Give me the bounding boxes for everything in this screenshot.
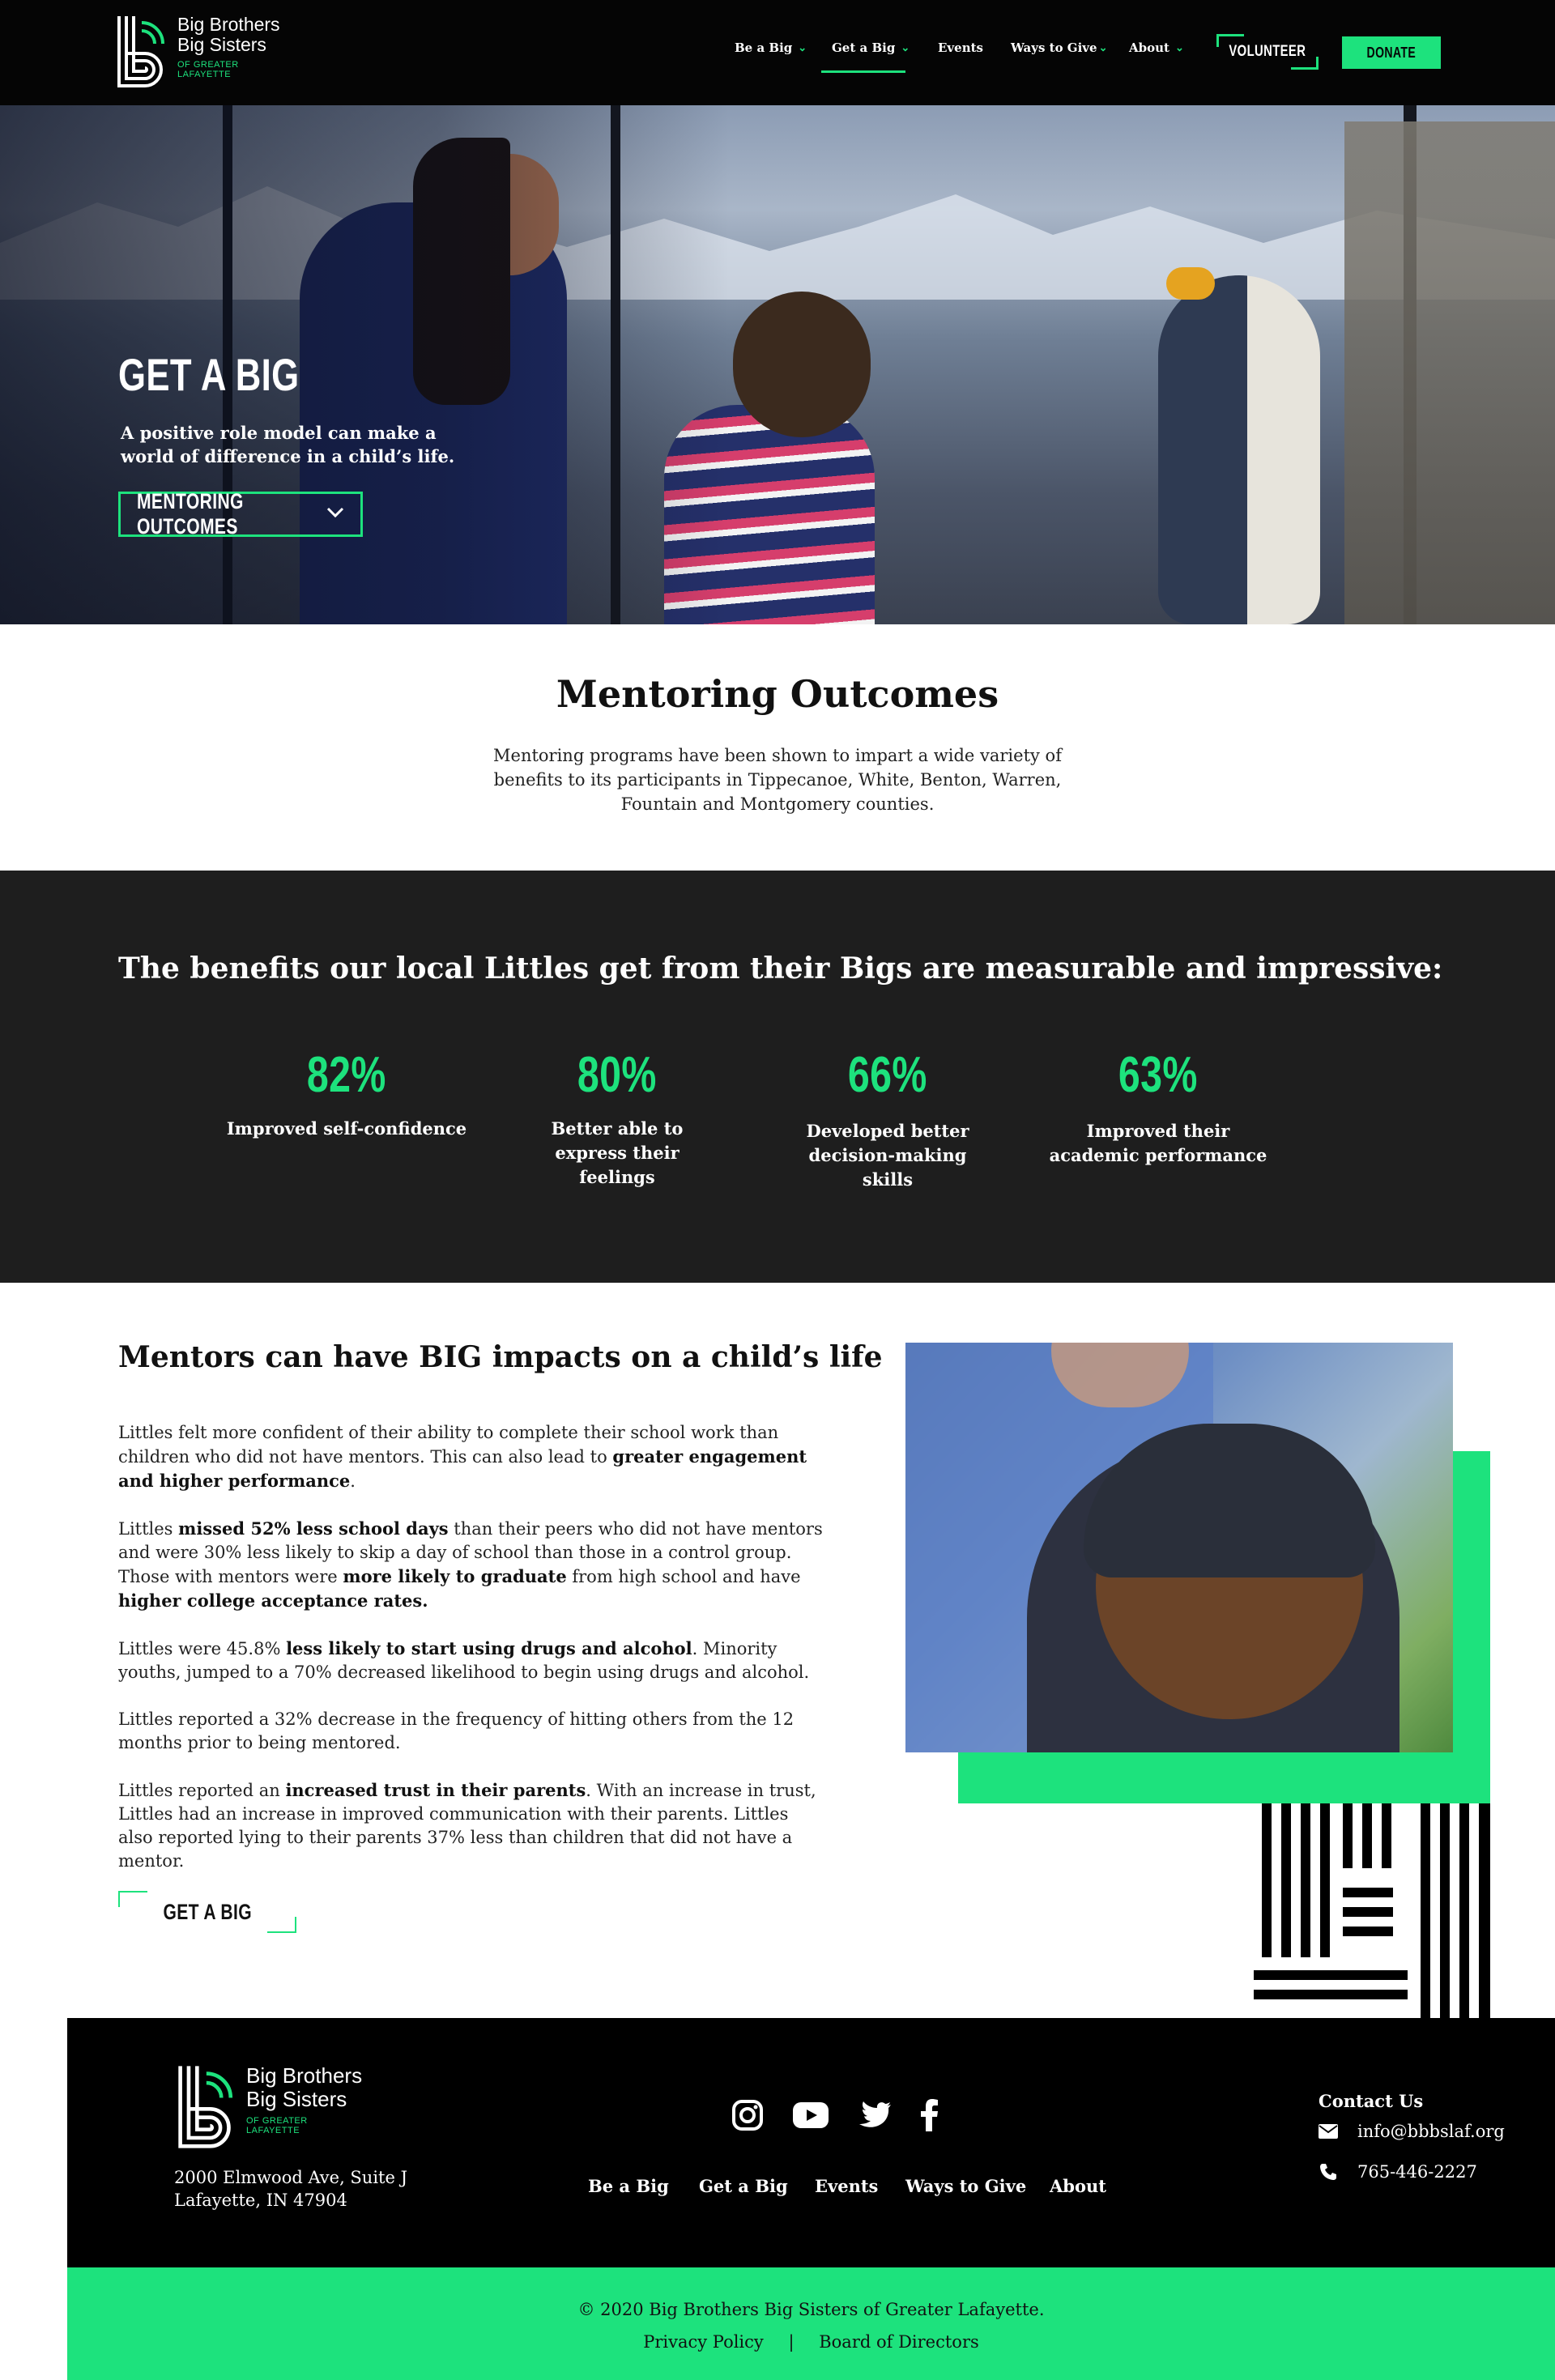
stat-label: Developed better decision-making skills xyxy=(806,1121,969,1190)
contact-title: Contact Us xyxy=(1319,2091,1424,2111)
hero-banner: GET A BIG A positive role model can make… xyxy=(0,105,1555,624)
footer-nav-ways-to-give[interactable]: Ways to Give xyxy=(905,2176,1026,2196)
main-nav: Be a Big ⌄ Get a Big ⌄ Events Ways to Give… xyxy=(0,40,1555,66)
board-of-directors-link[interactable]: Board of Directors xyxy=(819,2332,979,2352)
stat-value: 80% xyxy=(577,1047,657,1103)
footer-nav-events[interactable]: Events xyxy=(815,2176,878,2196)
contact-phone[interactable]: 765-446-2227 xyxy=(1319,2162,1477,2182)
copyright-text: © 2020 Big Brothers Big Sisters of Great… xyxy=(577,2300,1045,2319)
site-footer: Big Brothers Big Sisters OF GREATER LAFA… xyxy=(67,2018,1555,2267)
impact-paragraph: Littles missed 52% less school days than… xyxy=(118,1518,823,1611)
impact-body: Littles felt more confident of their abi… xyxy=(118,1421,823,1897)
link-separator: | xyxy=(788,2332,795,2352)
stat-item: 66% Developed better decision-making ski… xyxy=(766,1045,1009,1192)
stat-item: 63% Improved their academic performance xyxy=(1037,1045,1280,1168)
phone-icon xyxy=(1319,2163,1338,2181)
stat-item: 82% Improved self-confidence xyxy=(225,1045,468,1141)
impact-title: Mentors can have BIG impacts on a child’… xyxy=(118,1340,883,1374)
section-title: Mentoring Outcomes xyxy=(556,672,999,716)
stats-section: The benefits our local Littles get from … xyxy=(0,871,1555,1283)
impact-paragraph: Littles were 45.8% less likely to start … xyxy=(118,1638,810,1682)
logo-line1: Big Brothers xyxy=(177,14,280,35)
impact-paragraph: Littles reported a 32% decrease in the f… xyxy=(118,1709,795,1752)
mentoring-outcomes-button[interactable]: MENTORING OUTCOMES xyxy=(118,489,363,539)
stats-title: The benefits our local Littles get from … xyxy=(118,952,1443,986)
stat-label: Improved their academic performance xyxy=(1049,1121,1267,1165)
footer-nav-about[interactable]: About xyxy=(1050,2176,1106,2196)
footer-address: 2000 Elmwood Ave, Suite J Lafayette, IN … xyxy=(174,2168,408,2210)
nav-events[interactable]: Events xyxy=(938,40,983,55)
youtube-icon[interactable] xyxy=(793,2102,829,2128)
section-intro-text: Mentoring programs have been shown to im… xyxy=(493,746,1062,814)
get-a-big-button[interactable]: GET A BIG xyxy=(118,1891,296,1933)
chevron-down-icon xyxy=(326,503,344,523)
social-links xyxy=(731,2099,939,2131)
footer-nav-get-a-big[interactable]: Get a Big xyxy=(699,2176,788,2196)
stripe-pattern-decoration xyxy=(1254,1803,1490,2018)
hero-title: GET A BIG xyxy=(118,349,300,400)
nav-be-a-big[interactable]: Be a Big ⌄ xyxy=(735,40,807,55)
stat-label: Improved self-confidence xyxy=(226,1118,467,1139)
volunteer-button[interactable]: VOLUNTEER xyxy=(1216,34,1319,70)
boy-with-helmet-photo xyxy=(905,1343,1453,1752)
logo-line4: LAFAYETTE xyxy=(177,70,232,79)
bbbs-logo-icon xyxy=(178,2066,233,2148)
stat-value: 66% xyxy=(848,1047,927,1103)
facebook-icon[interactable] xyxy=(921,2099,939,2131)
stat-item: 80% Better able to express their feeling… xyxy=(496,1045,739,1190)
chevron-down-icon: ⌄ xyxy=(1098,41,1108,54)
stat-value: 63% xyxy=(1118,1047,1198,1103)
envelope-icon xyxy=(1319,2124,1338,2139)
privacy-policy-link[interactable]: Privacy Policy xyxy=(643,2332,764,2352)
chevron-down-icon: ⌄ xyxy=(1174,41,1184,54)
impact-paragraph: Littles reported an increased trust in t… xyxy=(118,1780,816,1871)
nav-ways-to-give[interactable]: Ways to Give ⌄ xyxy=(1011,40,1107,55)
footer-logo[interactable]: Big Brothers Big Sisters OF GREATER LAFA… xyxy=(177,2064,362,2150)
contact-email[interactable]: info@bbbslaf.org xyxy=(1319,2122,1505,2141)
chevron-down-icon: ⌄ xyxy=(901,41,910,54)
nav-get-a-big[interactable]: Get a Big ⌄ xyxy=(832,40,910,55)
footer-nav-be-a-big[interactable]: Be a Big xyxy=(588,2176,669,2196)
nav-about[interactable]: About ⌄ xyxy=(1129,40,1184,55)
site-header: Big Brothers Big Sisters OF GREATER LAFA… xyxy=(0,0,1555,105)
instagram-icon[interactable] xyxy=(731,2099,764,2131)
chevron-down-icon: ⌄ xyxy=(798,41,807,54)
impact-paragraph: Littles felt more confident of their abi… xyxy=(118,1423,807,1491)
footer-bottom-bar: © 2020 Big Brothers Big Sisters of Great… xyxy=(67,2267,1555,2380)
stat-label: Better able to express their feelings xyxy=(551,1118,684,1187)
active-nav-underline xyxy=(821,70,905,73)
stat-value: 82% xyxy=(307,1047,386,1103)
twitter-icon[interactable] xyxy=(858,2101,892,2129)
hero-subtitle: A positive role model can make a world o… xyxy=(121,423,455,466)
donate-button[interactable]: DONATE xyxy=(1342,36,1441,69)
